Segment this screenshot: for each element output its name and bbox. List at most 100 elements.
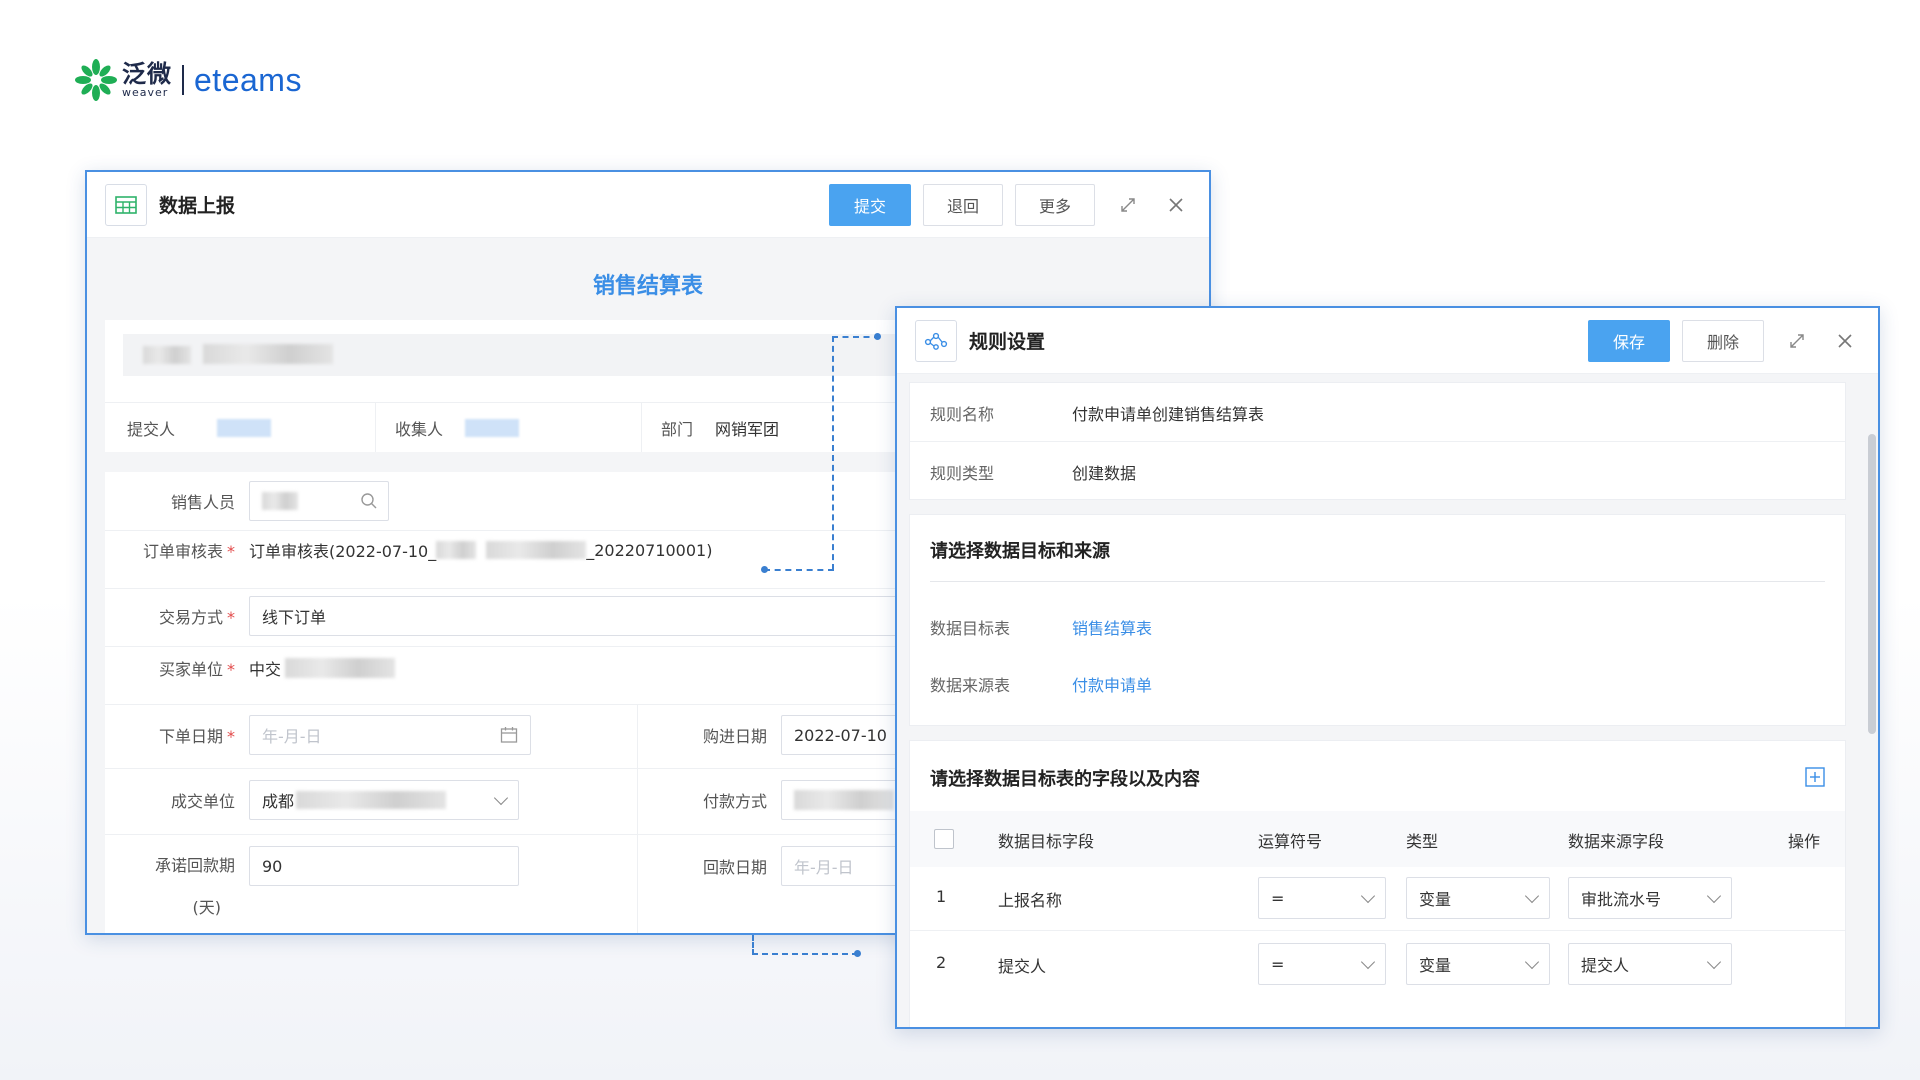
connector-line	[832, 336, 834, 570]
order-date-input[interactable]: 年-月-日	[249, 715, 531, 755]
purchase-date-row: 购进日期 2022-07-10	[637, 715, 931, 755]
promise-unit: (天)	[192, 898, 222, 917]
order-date-row: 下单日期 * 年-月-日	[105, 715, 531, 755]
close-icon[interactable]	[1830, 326, 1860, 356]
brand-logo: 泛微 weaver eteams	[74, 58, 302, 102]
promise-label: 承诺回款期	[154, 856, 235, 875]
source-field-select[interactable]: 审批流水号	[1568, 877, 1732, 919]
buyer-label: 买家单位	[158, 660, 223, 679]
collector-label: 收集人	[395, 420, 444, 439]
add-row-icon[interactable]	[1805, 767, 1825, 792]
type-select[interactable]: 变量	[1406, 943, 1550, 985]
masked-text	[143, 346, 191, 364]
table-row: 2 提交人 = 变量 提交人	[910, 931, 1845, 995]
rule-type-value: 创建数据	[1072, 464, 1137, 483]
chevron-down-icon	[1524, 888, 1540, 904]
scrollbar[interactable]	[1868, 434, 1876, 734]
salesperson-label: 销售人员	[170, 493, 235, 512]
more-button[interactable]: 更多	[1015, 183, 1095, 226]
submit-button[interactable]: 提交	[829, 183, 911, 226]
save-button[interactable]: 保存	[1588, 319, 1670, 362]
window-title: 数据上报	[159, 195, 236, 217]
purchase-date-value: 2022-07-10	[794, 725, 887, 745]
brand-cn-sub: weaver	[122, 86, 169, 99]
buyer-row: 买家单位 * 中交	[105, 656, 396, 680]
chevron-down-icon	[1360, 888, 1376, 904]
order-date-label: 下单日期	[158, 727, 223, 746]
masked-text	[436, 541, 477, 559]
brand-cn: 泛微	[122, 60, 172, 88]
return-button[interactable]: 退回	[923, 183, 1003, 226]
deal-unit-select[interactable]: 成都	[249, 780, 519, 820]
collector-field: 收集人	[395, 416, 520, 440]
rule-name-label: 规则名称	[930, 405, 995, 424]
salesperson-input[interactable]	[249, 481, 389, 521]
operator-value: =	[1271, 954, 1285, 974]
chevron-down-icon	[493, 790, 509, 806]
operator-select[interactable]: =	[1258, 877, 1386, 919]
connector-line	[752, 953, 858, 955]
promise-row: 承诺回款期 (天) 90	[105, 846, 519, 918]
dept-label: 部门	[661, 420, 694, 439]
chevron-down-icon	[1706, 888, 1722, 904]
chevron-down-icon	[1706, 954, 1722, 970]
purchase-date-label: 购进日期	[702, 727, 767, 746]
delete-button[interactable]: 删除	[1682, 319, 1764, 362]
expand-icon[interactable]	[1782, 326, 1812, 356]
order-review-value-prefix[interactable]: 订单审核表(2022-07-10_	[249, 538, 436, 562]
deal-unit-label: 成交单位	[170, 792, 235, 811]
masked-text	[285, 658, 396, 678]
payment-row: 付款方式	[637, 780, 931, 820]
order-review-value-suffix[interactable]: _20220710001)	[586, 541, 712, 560]
type-select[interactable]: 变量	[1406, 877, 1550, 919]
rule-name-row: 规则名称 付款申请单创建销售结算表	[930, 401, 1264, 425]
type-value: 变量	[1419, 956, 1452, 975]
rule-flow-icon	[915, 319, 957, 362]
target-link[interactable]: 销售结算表	[1072, 615, 1152, 639]
weaver-leaf-icon	[74, 58, 118, 102]
trade-select[interactable]: 线下订单	[249, 596, 929, 636]
submitter-label: 提交人	[127, 420, 176, 439]
operator-select[interactable]: =	[1258, 943, 1386, 985]
submitter-avatar[interactable]	[217, 419, 272, 437]
calendar-icon[interactable]	[500, 726, 518, 748]
connector-dot	[854, 950, 861, 957]
target-label: 数据目标表	[930, 619, 1011, 638]
expand-icon[interactable]	[1113, 190, 1143, 220]
connector-line	[832, 336, 880, 338]
row-index: 1	[936, 887, 947, 906]
connector-line	[752, 935, 754, 955]
promise-input[interactable]: 90	[249, 846, 519, 886]
return-date-placeholder: 年-月-日	[794, 858, 854, 877]
rule-name-value: 付款申请单创建销售结算表	[1072, 405, 1265, 424]
col-source-field: 数据来源字段	[1568, 832, 1665, 851]
trade-row: 交易方式 * 线下订单	[105, 596, 929, 636]
rule-type-row: 规则类型 创建数据	[930, 460, 1136, 484]
trade-label: 交易方式	[158, 608, 223, 627]
close-icon[interactable]	[1161, 190, 1191, 220]
operator-value: =	[1271, 888, 1285, 908]
col-type: 类型	[1406, 832, 1439, 851]
promise-value: 90	[262, 856, 283, 876]
masked-text	[794, 790, 894, 810]
window-header: 规则设置 保存 删除	[897, 308, 1878, 374]
source-row: 数据来源表 付款申请单	[930, 672, 1152, 696]
row-target-field: 提交人	[998, 957, 1047, 976]
col-operator: 运算符号	[1258, 832, 1323, 851]
search-icon[interactable]	[360, 492, 378, 514]
rule-settings-window: 规则设置 保存 删除 规则名称 付款申请单创建销售结算表 规则类型 创建数据 请…	[895, 306, 1880, 1029]
order-review-label: 订单审核表	[142, 542, 223, 561]
masked-text	[203, 344, 333, 364]
collector-avatar[interactable]	[465, 419, 520, 437]
chevron-down-icon	[1524, 954, 1540, 970]
source-link[interactable]: 付款申请单	[1072, 672, 1152, 696]
source-field-select[interactable]: 提交人	[1568, 943, 1732, 985]
connector-dot	[761, 566, 768, 573]
table-icon	[105, 183, 147, 226]
deal-unit-prefix: 成都	[262, 792, 295, 811]
brand-en: eteams	[194, 61, 302, 98]
submitter-field: 提交人	[127, 416, 272, 440]
rule-type-label: 规则类型	[930, 464, 995, 483]
window-header: 数据上报 提交 退回 更多	[87, 172, 1209, 238]
select-all-checkbox[interactable]	[934, 829, 954, 849]
